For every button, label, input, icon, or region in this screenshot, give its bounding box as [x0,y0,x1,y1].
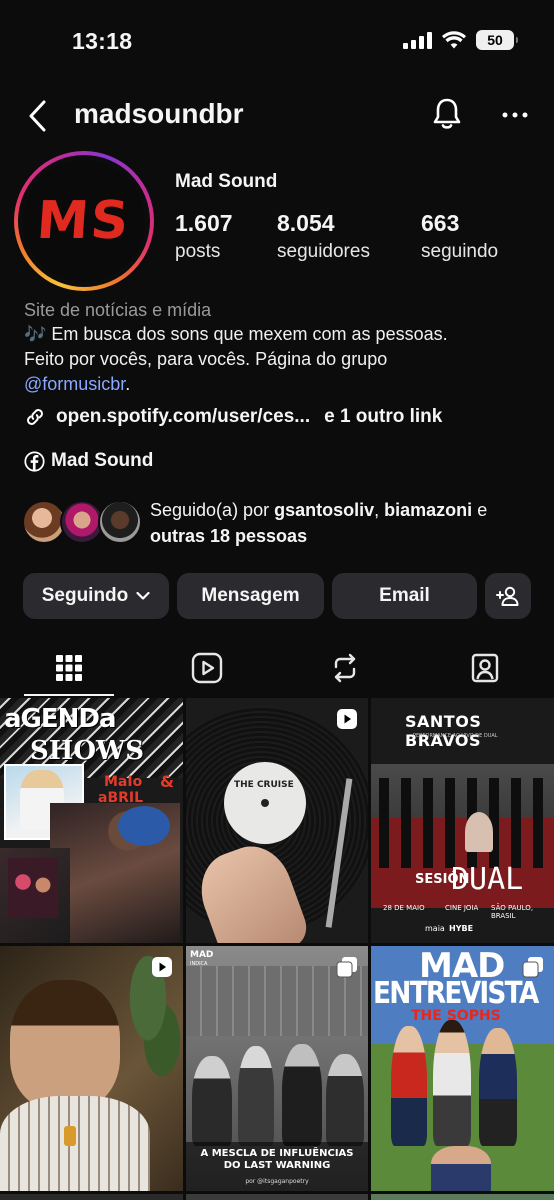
post-thumbnail[interactable] [0,1194,183,1200]
facebook-icon [24,450,45,472]
profile-header: madsoundbr [0,92,554,140]
post-text: SÃO PAULO, BRASIL [491,904,534,920]
post-text: maia [425,924,445,933]
active-tab-indicator [24,694,114,696]
post-text: THE SOPHS [411,1008,501,1024]
reel-icon [337,709,357,729]
post-text: HYBE [449,924,474,933]
bio-period: . [125,374,131,394]
post-thumbnail[interactable]: THE CRUISE [186,698,368,943]
chevron-down-icon [136,591,150,600]
more-links-text[interactable]: e 1 outro link [324,406,442,428]
tab-posts-grid[interactable] [24,640,114,696]
avatar-logo-text: MS [35,191,133,251]
status-bar: 13:18 50 [0,0,554,84]
tab-tagged[interactable] [440,640,530,696]
profile-username: madsoundbr [74,98,244,129]
stat-following[interactable]: 663 seguindo [421,210,541,263]
profile-bio: 🎶 Em busca dos sons que mexem com as pes… [24,322,534,397]
following-button[interactable]: Seguindo [23,573,169,619]
reposts-icon [334,653,356,683]
post-thumbnail[interactable]: MAD ENTREVISTA THE SOPHS [371,946,554,1191]
followed-user: biamazoni [384,500,473,520]
followed-prefix: Seguido(a) por [150,500,270,520]
post-thumbnail[interactable] [186,1194,368,1200]
post-text: DO LAST WARNING [223,1160,331,1171]
post-text: aGENDa [4,704,117,734]
followed-others: outras 18 pessoas [150,526,308,546]
message-button[interactable]: Mensagem [177,573,324,619]
reels-icon [191,652,223,684]
post-text: aBRIL [98,790,144,806]
post-text: THE CRUISE [234,780,294,790]
followed-user: gsantosoliv [274,500,375,520]
external-link-row[interactable]: open.spotify.com/user/ces... e 1 outro l… [24,406,442,428]
post-text: DUAL [451,862,524,897]
wifi-icon [442,31,466,49]
stat-following-label: seguindo [421,241,499,262]
profile-tabs [0,640,554,696]
stat-followers-label: seguidores [277,241,370,262]
post-text: INDICA [190,961,208,967]
status-time: 13:18 [72,28,133,54]
post-text: por @itsgaganpoetry [245,1178,309,1185]
profile-category: Site de notícias e mídia [24,300,212,320]
post-text: 28 DE MAIO [383,904,425,912]
link-icon [27,409,43,425]
message-button-label: Mensagem [201,585,300,606]
mutual-avatar [98,500,142,544]
followed-and: e [477,500,488,520]
bio-mention-link[interactable]: @formusicbr [24,374,125,394]
reel-icon [152,957,172,977]
post-thumbnail[interactable] [0,946,183,1191]
tagged-icon [471,653,499,683]
more-icon[interactable] [498,100,532,130]
stat-followers[interactable]: 8.054 seguidores [277,210,417,263]
post-text: ENTREVISTA [373,976,539,1011]
stat-followers-value: 8.054 [277,210,335,236]
bio-line: 🎶 Em busca dos sons que mexem com as pes… [24,324,448,344]
followed-sep: , [374,500,380,520]
profile-avatar[interactable]: MS [14,151,154,291]
facebook-name[interactable]: Mad Sound [51,450,153,472]
post-text: SANTOS BRAVOS [405,712,482,750]
cellular-signal-icon [403,31,432,49]
display-name: Mad Sound [175,171,278,192]
add-user-button[interactable] [485,573,531,619]
post-thumbnail[interactable]: aGENDa SHOWS MaIo & aBRIL [0,698,183,943]
following-button-label: Seguindo [41,585,129,606]
post-text: & [160,772,174,791]
grid-icon [56,655,82,681]
mutual-followers[interactable]: Seguido(a) por gsantosoliv, biamazoni e … [22,497,542,553]
post-text: MAD [190,950,214,960]
email-button-label: Email [379,585,430,606]
stat-following-value: 663 [421,210,460,236]
mutual-followers-text: Seguido(a) por gsantosoliv, biamazoni e … [150,497,540,549]
post-text: A MESCLA DE INFLUÊNCIAS [200,1148,354,1159]
email-button[interactable]: Email [332,573,477,619]
post-text: MaIo [104,774,143,790]
facebook-link-row[interactable]: Mad Sound [24,450,153,472]
post-text: CINE JOIA [445,904,479,912]
tab-reels[interactable] [162,640,252,696]
post-text: SHOWS [30,736,144,766]
bell-icon[interactable] [430,96,464,132]
carousel-icon [522,957,543,978]
post-text: PERFORMANCE AO VIVO DE DUAL [413,733,498,739]
back-icon[interactable] [24,98,54,134]
bio-line: Feito por vocês, para vocês. Página do g… [24,349,388,369]
post-thumbnail[interactable]: MAD INDICA A MESCLA DE INFLUÊNCIAS DO LA… [186,946,368,1191]
post-thumbnail[interactable] [371,1194,554,1200]
carousel-icon [336,957,357,978]
status-icons: 50 [403,30,518,50]
add-person-icon [496,586,519,606]
tab-reposts[interactable] [300,640,390,696]
post-thumbnail[interactable]: SANTOS BRAVOS PERFORMANCE AO VIVO DE DUA… [371,698,554,943]
avatar-logo: MS [23,160,145,282]
external-link-text[interactable]: open.spotify.com/user/ces... [56,406,310,428]
battery-icon: 50 [476,30,518,50]
